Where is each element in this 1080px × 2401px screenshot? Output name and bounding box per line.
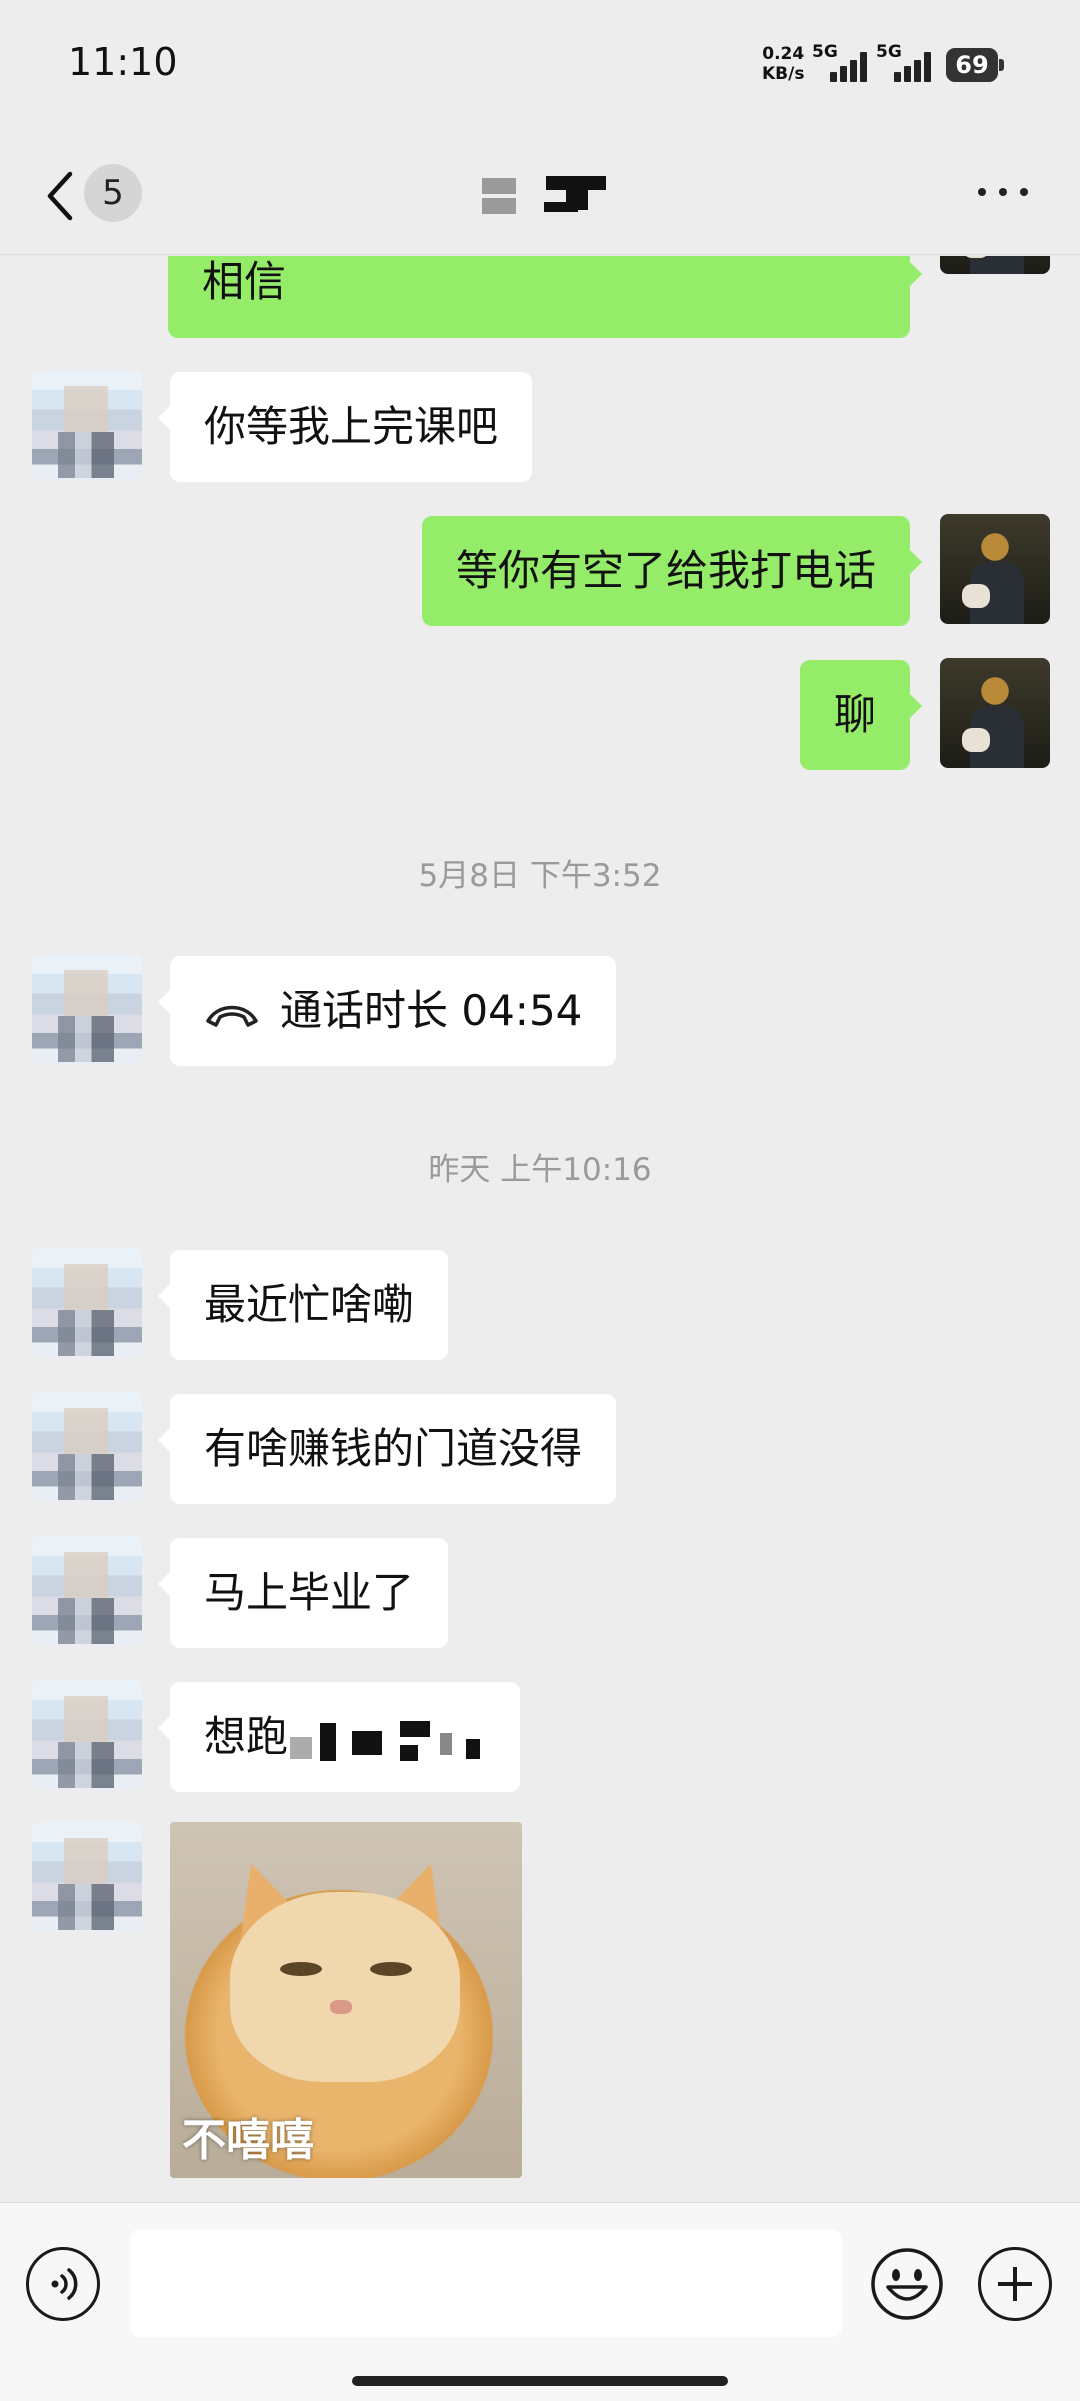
contact-avatar[interactable]	[32, 1392, 142, 1502]
message-text: 相信	[202, 257, 287, 306]
message-text: 最近忙啥嘞	[204, 1280, 415, 1329]
call-duration-text: 通话时长 04:54	[280, 986, 583, 1035]
status-bar: 11:10 0.24 KB/s 5G 5G 69	[0, 0, 1080, 130]
network-speed-unit: KB/s	[762, 64, 805, 84]
message-bubble-incoming[interactable]: 马上毕业了	[157, 1538, 449, 1648]
message-text: 想跑	[204, 1712, 289, 1761]
more-icon	[978, 188, 986, 196]
voice-button[interactable]	[26, 2247, 100, 2321]
my-avatar[interactable]	[940, 658, 1050, 768]
network-speed: 0.24 KB/s	[762, 44, 804, 84]
message-text: 有啥赚钱的门道没得	[204, 1424, 583, 1473]
contact-name-redacted[interactable]	[470, 172, 620, 218]
signal-icon: 5G	[812, 42, 872, 84]
message-bubble-incoming[interactable]: 有啥赚钱的门道没得	[157, 1394, 617, 1504]
cat-sticker-image[interactable]: 不嘻嘻	[170, 1822, 522, 2178]
message-timestamp: 5月8日 下午3:52	[418, 858, 662, 894]
battery-level: 69	[955, 51, 989, 79]
my-avatar[interactable]	[940, 256, 1050, 274]
sticker-caption: 不嘻嘻	[182, 2115, 314, 2166]
contact-avatar[interactable]	[32, 954, 142, 1064]
contact-avatar[interactable]	[32, 1248, 142, 1358]
signal-type-label: 5G	[812, 42, 838, 62]
call-record-bubble[interactable]: 通话时长 04:54	[157, 956, 617, 1066]
emoji-button[interactable]	[870, 2247, 944, 2321]
message-text: 聊	[833, 690, 876, 739]
message-bubble-outgoing[interactable]: 相信	[168, 256, 922, 338]
signal-type-label-2: 5G	[876, 42, 902, 62]
message-list[interactable]: 相信 你等我上完课吧 等你有空了给我打电话 聊 5月8日 下午3:52 通话时长…	[0, 256, 1080, 2202]
message-bubble-outgoing[interactable]: 等你有空了给我打电话	[421, 516, 923, 626]
unread-count-badge[interactable]: 5	[84, 164, 142, 222]
message-input[interactable]	[130, 2229, 842, 2337]
message-bubble-incoming[interactable]: 你等我上完课吧	[157, 372, 533, 482]
my-avatar[interactable]	[940, 514, 1050, 624]
message-bubble-outgoing[interactable]: 聊	[799, 660, 923, 770]
home-indicator[interactable]	[352, 2376, 728, 2386]
message-bubble-incoming[interactable]: 最近忙啥嘞	[157, 1250, 449, 1360]
phone-hangup-icon	[206, 1005, 258, 1027]
battery-icon: 69	[946, 48, 998, 82]
contact-avatar[interactable]	[32, 1822, 142, 1932]
contact-avatar[interactable]	[32, 370, 142, 480]
contact-avatar[interactable]	[32, 1536, 142, 1646]
network-speed-value: 0.24	[762, 44, 805, 64]
message-text: 等你有空了给我打电话	[455, 546, 876, 595]
battery-cap	[999, 59, 1004, 71]
redacted-text	[290, 1719, 486, 1761]
emoji-icon	[871, 2248, 943, 2320]
input-bar	[0, 2202, 1080, 2401]
chat-header: 5	[0, 130, 1080, 256]
signal-icon-2: 5G	[876, 42, 936, 84]
message-text: 马上毕业了	[204, 1568, 415, 1617]
message-text: 你等我上完课吧	[204, 402, 499, 451]
plus-button[interactable]	[978, 2247, 1052, 2321]
message-timestamp: 昨天 上午10:16	[428, 1152, 652, 1188]
contact-avatar[interactable]	[32, 1680, 142, 1790]
clock: 11:10	[68, 40, 178, 84]
more-button[interactable]	[978, 188, 1028, 202]
header-divider	[0, 254, 1080, 255]
voice-icon	[51, 2268, 78, 2300]
message-bubble-incoming[interactable]: 想跑	[157, 1682, 521, 1792]
